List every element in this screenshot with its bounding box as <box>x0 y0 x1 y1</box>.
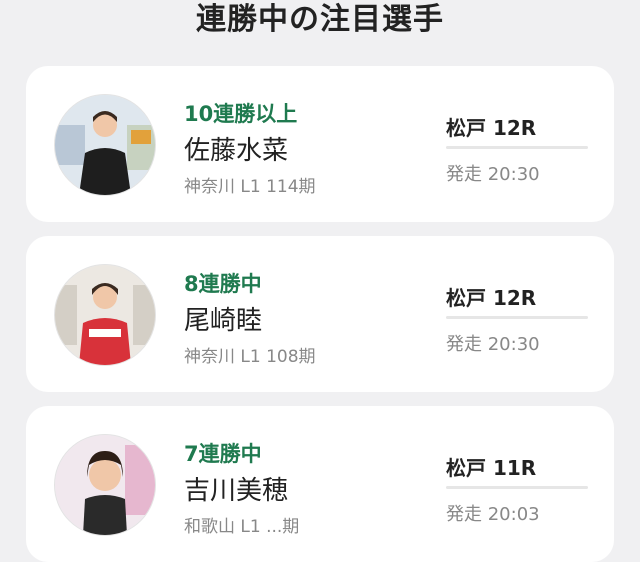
divider <box>446 486 588 489</box>
racer-name: 吉川美穂 <box>184 476 289 506</box>
racer-info: 和歌山 L1 ...期 <box>184 517 300 537</box>
start-time: 発走 20:03 <box>446 504 540 525</box>
racer-name: 尾崎睦 <box>184 306 263 336</box>
start-time: 発走 20:30 <box>446 334 540 355</box>
page-title: 連勝中の注目選手 <box>196 2 444 37</box>
racer-info: 神奈川 L1 108期 <box>184 347 316 367</box>
streak-label: 8連勝中 <box>184 272 262 296</box>
streak-label: 7連勝中 <box>184 442 262 466</box>
racer-card[interactable]: 8連勝中 尾崎睦 神奈川 L1 108期 松戸 12R 発走 20:30 <box>26 236 614 392</box>
race-label: 松戸 12R <box>446 286 537 310</box>
racer-name: 佐藤水菜 <box>184 136 289 166</box>
race-label: 松戸 12R <box>446 116 537 140</box>
racer-card[interactable]: 10連勝以上 佐藤水菜 神奈川 L1 114期 松戸 12R 発走 20:30 <box>26 66 614 222</box>
racer-photo-icon <box>55 265 155 365</box>
racer-avatar <box>54 434 156 536</box>
race-label: 松戸 11R <box>446 456 537 480</box>
racer-photo-icon <box>55 435 155 535</box>
streak-label: 10連勝以上 <box>184 102 298 126</box>
racer-photo-icon <box>55 95 155 195</box>
racer-card[interactable]: 7連勝中 吉川美穂 和歌山 L1 ...期 松戸 11R 発走 20:03 <box>26 406 614 562</box>
start-time: 発走 20:30 <box>446 164 540 185</box>
divider <box>446 146 588 149</box>
racer-info: 神奈川 L1 114期 <box>184 177 316 197</box>
divider <box>446 316 588 319</box>
racer-avatar <box>54 94 156 196</box>
racer-avatar <box>54 264 156 366</box>
